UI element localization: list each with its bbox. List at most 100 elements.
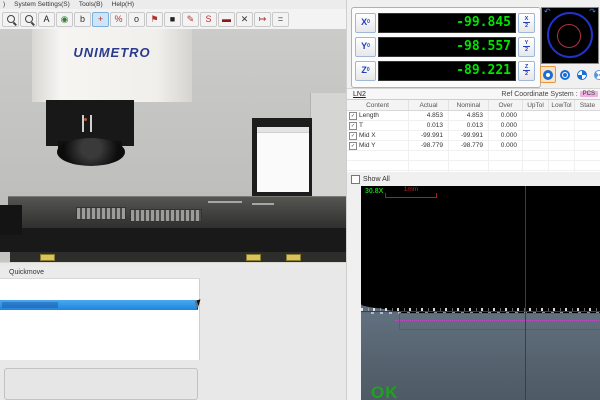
light-mode-ring-icon[interactable] (557, 66, 573, 83)
show-all-label: Show All (363, 176, 390, 183)
flag-tool-icon[interactable]: ⚑ (146, 12, 163, 27)
table-header: ContentActualNominalOverUpTolLowTolState (347, 100, 600, 111)
light-mode-quadrant-icon[interactable] (574, 66, 590, 83)
quickmove-title: Quickmove (0, 266, 200, 279)
menu-item-1[interactable]: System Settings(S) (14, 1, 70, 8)
monitor-screen (257, 127, 309, 192)
image-capture-icon[interactable]: ◉ (56, 12, 73, 27)
main-toolbar: A◉b+%o⚑■✎S▬✕↦= (0, 9, 348, 30)
row-checkbox[interactable]: ✓ (349, 142, 357, 150)
light-mode-buttons (540, 66, 600, 83)
show-all-checkbox[interactable] (351, 175, 360, 184)
app-window: ) System Settings(S) Tools(B) Help(H) A◉b+%… (0, 0, 600, 400)
magnification-label: 30.8X (365, 188, 383, 195)
results-table: ContentActualNominalOverUpTolLowTolState… (347, 100, 600, 172)
table-row-empty (347, 161, 600, 171)
right-panel: X0-99.845X2 Y0-98.557Y2 Z0-89.221Z2 ↶ ↷ LN… (346, 0, 600, 400)
lens-barrel (57, 138, 125, 166)
crosshair-tool-icon[interactable]: + (92, 12, 109, 27)
light-mode-solid-icon[interactable] (540, 66, 556, 83)
row-checkbox[interactable]: ✓ (349, 122, 357, 130)
axis-zero-button-z[interactable]: Z0 (355, 61, 376, 81)
chip-tray (130, 209, 202, 222)
feature-header-bar: LN2 Ref Coordinate System : PCS (347, 88, 600, 100)
text-annotation-icon[interactable]: A (38, 12, 55, 27)
edge-detect-icon[interactable]: b (74, 12, 91, 27)
ref-coordinate-value[interactable]: PCS (580, 91, 598, 97)
align-icon[interactable]: = (272, 12, 289, 27)
fill-square-icon[interactable]: ■ (164, 12, 181, 27)
quickmove-selected-item[interactable] (0, 300, 198, 310)
export-icon[interactable]: ↦ (254, 12, 271, 27)
scale-bar: 1mm (385, 186, 437, 198)
warning-label (40, 254, 55, 261)
half-button-y[interactable]: Y2 (518, 37, 535, 57)
warning-label (286, 254, 301, 261)
report-icon[interactable]: S (200, 12, 217, 27)
column-header-actual: Actual (409, 100, 449, 110)
light-mode-sector-icon[interactable] (591, 66, 600, 83)
ref-coordinate-label: Ref Coordinate System : (501, 91, 577, 98)
stage-clamp (0, 205, 22, 235)
table-row[interactable]: ✓T0.0130.0130.000 (347, 121, 600, 131)
scale-bar-label: 1mm (385, 186, 437, 193)
dro-value-z: -89.221 (378, 61, 516, 81)
glass-glint (208, 201, 242, 203)
save-icon[interactable]: ▬ (218, 12, 235, 27)
column-header-state: State (575, 100, 600, 110)
quickmove-groupbox (4, 368, 198, 400)
zoom-in-icon[interactable] (20, 12, 37, 27)
column-header-nominal: Nominal (449, 100, 489, 110)
dro-value-x: -99.845 (378, 13, 516, 33)
quickmove-list[interactable] (0, 279, 200, 360)
axis-zero-button-x[interactable]: X0 (355, 13, 376, 33)
half-button-x[interactable]: X2 (518, 13, 535, 33)
stage-frame (0, 228, 346, 252)
dro-row-z: Z0-89.221Z2 (355, 60, 535, 81)
machine-head: UNIMETRO (32, 29, 192, 102)
fitted-line-overlay (395, 320, 600, 321)
half-button-z[interactable]: Z2 (518, 61, 535, 81)
crosshair-horizontal (361, 311, 600, 312)
probe-tip-marker (84, 118, 87, 121)
show-all-row: Show All (347, 172, 600, 186)
menu-bar: ) System Settings(S) Tools(B) Help(H) (0, 0, 349, 9)
dro-readout-box: X0-99.845X2 Y0-98.557Y2 Z0-89.221Z2 (351, 7, 541, 88)
rotate-left-icon: ↶ (544, 8, 551, 16)
monitor (252, 118, 312, 198)
measurement-video-view[interactable]: 30.8X 1mm OK (361, 186, 600, 400)
point-capture-icon[interactable]: o (128, 12, 145, 27)
menu-item-3[interactable]: Help(H) (112, 1, 134, 8)
warning-label (246, 254, 261, 261)
status-ok-label: OK (371, 383, 399, 400)
column-header-uptol: UpTol (523, 100, 549, 110)
machine-camera-view: UNIMETRO (0, 29, 346, 266)
lens-inner-ring (557, 24, 581, 48)
measure-tool-icon[interactable]: % (110, 12, 127, 27)
rotate-right-icon: ↷ (589, 8, 596, 16)
column-header-lowtol: LowTol (549, 100, 575, 110)
probe-pin (90, 115, 92, 132)
dro-value-y: -98.557 (378, 37, 516, 57)
pen-tool-icon[interactable]: ✎ (182, 12, 199, 27)
table-row[interactable]: ✓Mid Y-98.779-98.7790.000 (347, 141, 600, 151)
axis-zero-button-y[interactable]: Y0 (355, 37, 376, 57)
edge-detect-region[interactable] (399, 313, 600, 330)
bottom-panel: Quickmove •╱⊙⌒▭▱⊟△⊕∿∾LL∠↔⚙◯↘Y+!⚑▣◉□Ø•╱○⌒… (0, 266, 346, 400)
row-checkbox[interactable]: ✓ (349, 132, 357, 140)
lens-alignment-view[interactable]: ↶ ↷ (541, 7, 599, 64)
dro-row-x: X0-99.845X2 (355, 12, 535, 33)
menu-item-2[interactable]: Tools(B) (79, 1, 103, 8)
table-row[interactable]: ✓Length4.8534.8530.000 (347, 111, 600, 121)
delete-icon[interactable]: ✕ (236, 12, 253, 27)
feature-name: LN2 (353, 91, 366, 98)
scale-bar-line (385, 193, 437, 198)
column-header-over: Over (489, 100, 523, 110)
menu-item-0[interactable]: ) (3, 1, 5, 8)
column-header-content: Content (347, 100, 409, 110)
chip-tray (76, 207, 126, 220)
zoom-out-icon[interactable] (2, 12, 19, 27)
row-checkbox[interactable]: ✓ (349, 112, 357, 120)
table-row[interactable]: ✓Mid X-99.991-99.9910.000 (347, 131, 600, 141)
brand-logo: UNIMETRO (32, 45, 192, 60)
